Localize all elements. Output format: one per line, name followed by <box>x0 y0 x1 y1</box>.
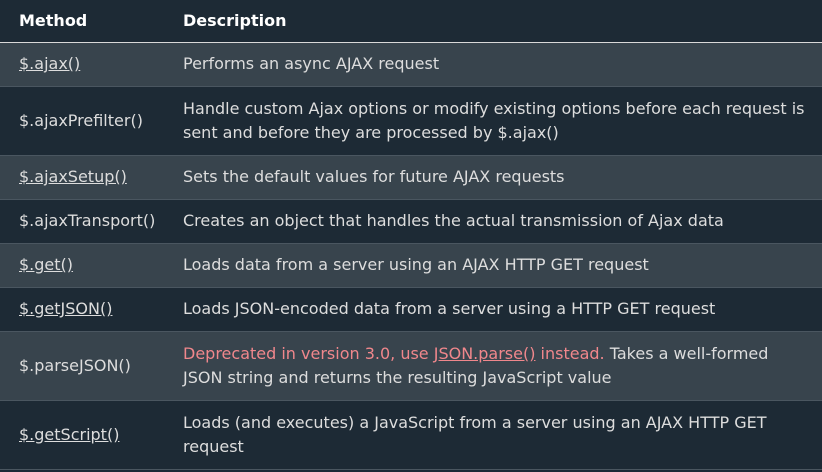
deprecated-suffix: instead. <box>535 343 605 363</box>
method-link-getscript[interactable]: $.getScript() <box>19 425 119 444</box>
description-cell: Loads data from a server using an AJAX H… <box>174 243 822 288</box>
method-cell: $.ajaxSetup() <box>0 155 174 200</box>
table-row: $.ajaxTransport() Creates an object that… <box>0 199 822 244</box>
method-cell: $.get() <box>0 243 174 288</box>
method-link-ajaxsetup[interactable]: $.ajaxSetup() <box>19 167 127 186</box>
table-row: $.getJSON() Loads JSON-encoded data from… <box>0 287 822 332</box>
json-parse-link[interactable]: JSON.parse() <box>434 344 536 363</box>
deprecated-notice: Deprecated in version 3.0, use JSON.pars… <box>183 344 605 363</box>
table-row: $.ajaxSetup() Sets the default values fo… <box>0 155 822 200</box>
deprecated-prefix: Deprecated in version 3.0, use <box>183 343 434 363</box>
description-cell: Loads JSON-encoded data from a server us… <box>174 287 822 332</box>
method-cell: $.ajaxTransport() <box>0 199 174 244</box>
method-cell: $.getJSON() <box>0 287 174 332</box>
method-link-ajax[interactable]: $.ajax() <box>19 54 80 73</box>
table-row: $.parseJSON() Deprecated in version 3.0,… <box>0 331 822 401</box>
description-cell: Handle custom Ajax options or modify exi… <box>174 86 822 156</box>
table-row: $.getScript() Loads (and executes) a Jav… <box>0 400 822 470</box>
table-header-row: Method Description <box>0 0 822 43</box>
jquery-ajax-methods-table: Method Description $.ajax() Performs an … <box>0 0 822 470</box>
table-row: $.ajax() Performs an async AJAX request <box>0 42 822 87</box>
description-cell: Loads (and executes) a JavaScript from a… <box>174 400 822 470</box>
header-method: Method <box>0 0 174 43</box>
description-cell: Sets the default values for future AJAX … <box>174 155 822 200</box>
table-row: $.ajaxPrefilter() Handle custom Ajax opt… <box>0 86 822 156</box>
table-row: $.get() Loads data from a server using a… <box>0 243 822 288</box>
method-cell: $.ajax() <box>0 42 174 87</box>
method-cell: $.parseJSON() <box>0 331 174 401</box>
description-cell: Performs an async AJAX request <box>174 42 822 87</box>
method-cell: $.getScript() <box>0 400 174 470</box>
method-link-get[interactable]: $.get() <box>19 255 73 274</box>
description-cell: Creates an object that handles the actua… <box>174 199 822 244</box>
header-description: Description <box>174 0 822 43</box>
method-cell: $.ajaxPrefilter() <box>0 86 174 156</box>
description-cell: Deprecated in version 3.0, use JSON.pars… <box>174 331 822 401</box>
method-link-getjson[interactable]: $.getJSON() <box>19 299 112 318</box>
